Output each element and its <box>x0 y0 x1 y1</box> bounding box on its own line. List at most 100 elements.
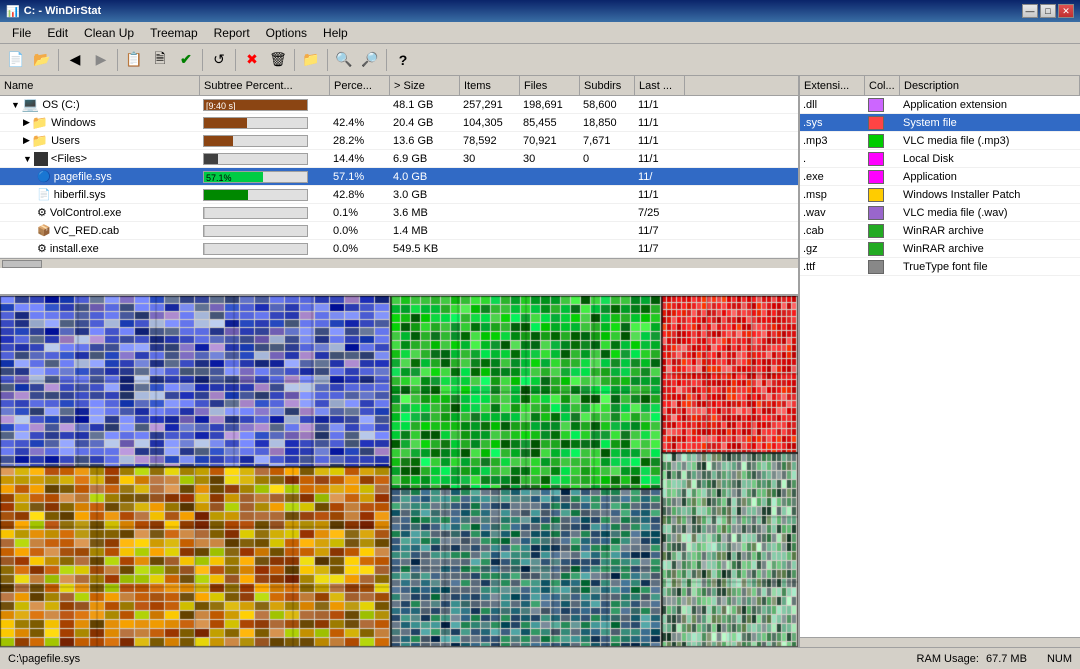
ext-row[interactable]: .cab WinRAR archive <box>800 222 1080 240</box>
toolbar-delete[interactable]: ✖ <box>240 48 264 72</box>
toolbar-open[interactable]: 📂 <box>30 48 54 72</box>
file-name: hiberfil.sys <box>54 189 106 201</box>
color-swatch <box>868 134 884 148</box>
col-size[interactable]: > Size <box>390 76 460 95</box>
tree-header: Name Subtree Percent... Perce... > Size … <box>0 76 798 96</box>
ext-row[interactable]: .ttf TrueType font file <box>800 258 1080 276</box>
color-swatch <box>868 206 884 220</box>
ext-row[interactable]: .wav VLC media file (.wav) <box>800 204 1080 222</box>
file-name: VolControl.exe <box>50 207 122 219</box>
ext-col-extension[interactable]: Extensi... <box>800 76 865 95</box>
ext-header: Extensi... Col... Description <box>800 76 1080 96</box>
toolbar-sep3 <box>202 49 203 71</box>
toolbar-back[interactable]: ◀ <box>63 48 87 72</box>
col-items[interactable]: Items <box>460 76 520 95</box>
toolbar-checkmark[interactable]: ✔ <box>174 48 198 72</box>
ext-row[interactable]: . Local Disk <box>800 150 1080 168</box>
ext-row[interactable]: .gz WinRAR archive <box>800 240 1080 258</box>
file-name: Users <box>51 135 80 147</box>
file-name: OS (C:) <box>42 99 79 111</box>
ext-list: .dll Application extension .sys System f… <box>800 96 1080 637</box>
expand-icon[interactable]: ▶ <box>23 117 30 128</box>
status-right: RAM Usage: 67.7 MB NUM <box>917 653 1072 665</box>
toolbar-folder[interactable]: 📁 <box>299 48 323 72</box>
expand-icon[interactable]: ▼ <box>11 100 20 110</box>
treemap[interactable] <box>0 296 798 647</box>
file-icon: 📦 <box>37 224 51 237</box>
ext-row[interactable]: .msp Windows Installer Patch <box>800 186 1080 204</box>
menu-options[interactable]: Options <box>258 24 315 42</box>
file-icon <box>34 152 48 166</box>
col-name[interactable]: Name <box>0 76 200 95</box>
toolbar-copy[interactable]: 📋 <box>122 48 146 72</box>
file-tree: Name Subtree Percent... Perce... > Size … <box>0 76 798 296</box>
toolbar-properties[interactable]: 🗎 <box>148 48 172 72</box>
color-swatch <box>868 116 884 130</box>
tree-row[interactable]: 📄 hiberfil.sys 42.8% 3.0 GB 11/1 <box>0 186 798 204</box>
title-bar: 📊 C: - WinDirStat — □ ✕ <box>0 0 1080 22</box>
col-files[interactable]: Files <box>520 76 580 95</box>
toolbar-forward[interactable]: ▶ <box>89 48 113 72</box>
tree-rows: ▼ 💻 OS (C:) [9:40 s] 48.1 GB 257,291 198… <box>0 96 798 258</box>
toolbar-sep6 <box>327 49 328 71</box>
file-name: Windows <box>51 117 96 129</box>
close-button[interactable]: ✕ <box>1058 4 1074 18</box>
ext-col-color[interactable]: Col... <box>865 76 900 95</box>
treemap-canvas[interactable] <box>0 296 798 647</box>
tree-row[interactable]: ▼ 💻 OS (C:) [9:40 s] 48.1 GB 257,291 198… <box>0 96 798 114</box>
file-name: <Files> <box>51 153 87 165</box>
ext-row-selected[interactable]: .sys System file <box>800 114 1080 132</box>
col-subtree[interactable]: Subtree Percent... <box>200 76 330 95</box>
expand-icon[interactable]: ▶ <box>23 135 30 146</box>
toolbar-refresh[interactable]: ↺ <box>207 48 231 72</box>
menu-cleanup[interactable]: Clean Up <box>76 24 142 42</box>
ext-row[interactable]: .dll Application extension <box>800 96 1080 114</box>
minimize-button[interactable]: — <box>1022 4 1038 18</box>
menu-help[interactable]: Help <box>315 24 356 42</box>
ext-row[interactable]: .exe Application <box>800 168 1080 186</box>
tree-row[interactable]: ▶ 📁 Windows 42.4% 20.4 GB 104,305 85,455… <box>0 114 798 132</box>
ext-col-description[interactable]: Description <box>900 76 1080 95</box>
tree-row[interactable]: 📦 VC_RED.cab 0.0% 1.4 MB 11/7 <box>0 222 798 240</box>
ext-scroll-area[interactable] <box>800 637 1080 647</box>
color-swatch <box>868 260 884 274</box>
file-icon: 💻 <box>22 96 39 113</box>
menu-treemap[interactable]: Treemap <box>142 24 206 42</box>
app-icon: 📊 <box>6 5 20 18</box>
tree-row[interactable]: ⚙ VolControl.exe 0.1% 3.6 MB 7/25 <box>0 204 798 222</box>
tree-row[interactable]: ▶ 📁 Users 28.2% 13.6 GB 78,592 70,921 7,… <box>0 132 798 150</box>
toolbar-sep5 <box>294 49 295 71</box>
menu-report[interactable]: Report <box>206 24 258 42</box>
ram-label: RAM Usage: 67.7 MB <box>917 653 1027 665</box>
toolbar-help[interactable]: ? <box>391 48 415 72</box>
file-icon: 📄 <box>37 188 51 201</box>
file-icon: 📁 <box>32 133 48 149</box>
toolbar-recycle[interactable]: 🗑 <box>266 48 290 72</box>
file-icon: ⚙ <box>37 242 47 255</box>
color-swatch <box>868 98 884 112</box>
col-perce[interactable]: Perce... <box>330 76 390 95</box>
file-name: install.exe <box>50 243 99 255</box>
col-last[interactable]: Last ... <box>635 76 685 95</box>
status-bar: C:\pagefile.sys RAM Usage: 67.7 MB NUM <box>0 647 1080 669</box>
toolbar-new[interactable]: 📄 <box>4 48 28 72</box>
toolbar-zoom-in[interactable]: 🔍 <box>332 48 356 72</box>
tree-scroll[interactable] <box>0 258 798 268</box>
menu-file[interactable]: File <box>4 24 39 42</box>
col-subdirs[interactable]: Subdirs <box>580 76 635 95</box>
menu-edit[interactable]: Edit <box>39 24 76 42</box>
title-bar-left: 📊 C: - WinDirStat <box>6 5 101 18</box>
tree-row[interactable]: ⚙ install.exe 0.0% 549.5 KB 11/7 <box>0 240 798 258</box>
maximize-button[interactable]: □ <box>1040 4 1056 18</box>
tree-row-selected[interactable]: 🔵 pagefile.sys 57.1% 57.1% 4.0 GB 11 <box>0 168 798 186</box>
scroll-thumb[interactable] <box>2 260 42 268</box>
tree-row[interactable]: ▼ <Files> 14.4% 6.9 GB 30 30 0 11/1 <box>0 150 798 168</box>
right-panel: Extensi... Col... Description .dll Appli… <box>800 76 1080 647</box>
expand-icon[interactable]: ▼ <box>23 154 32 164</box>
toolbar-sep1 <box>58 49 59 71</box>
toolbar-zoom-out[interactable]: 🔎 <box>358 48 382 72</box>
toolbar-sep2 <box>117 49 118 71</box>
file-name: VC_RED.cab <box>54 225 119 237</box>
file-name: pagefile.sys <box>54 171 112 183</box>
ext-row[interactable]: .mp3 VLC media file (.mp3) <box>800 132 1080 150</box>
